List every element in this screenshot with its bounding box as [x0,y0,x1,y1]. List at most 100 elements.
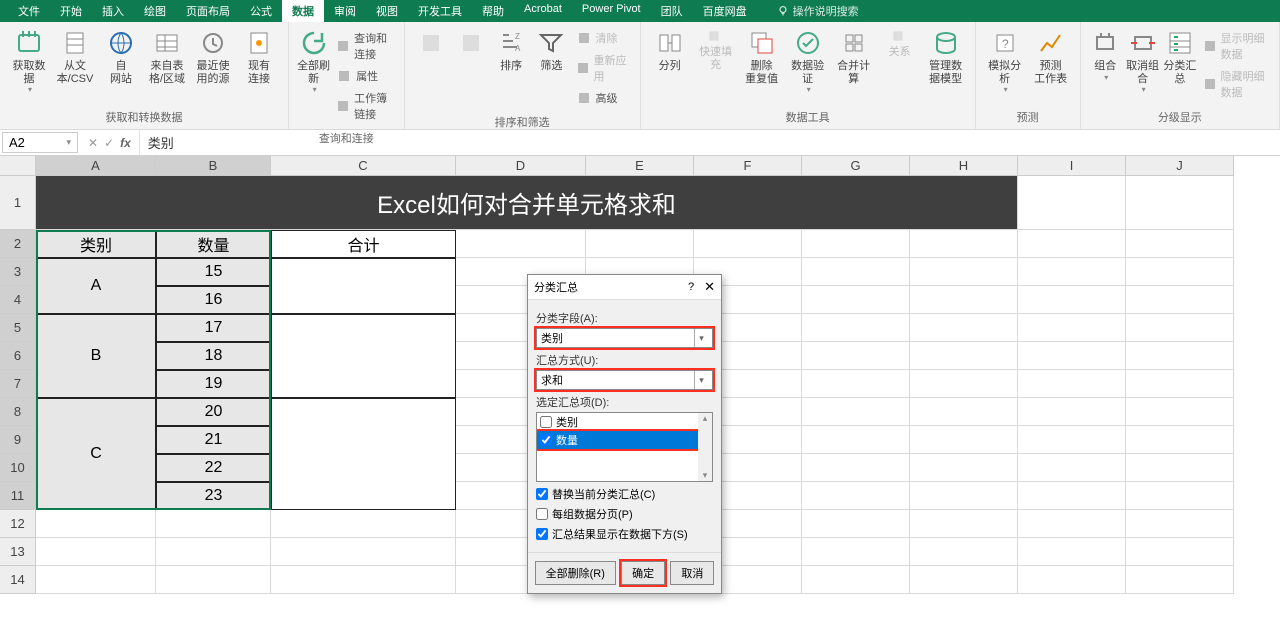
cell[interactable] [1126,258,1234,286]
list-item[interactable]: 类别 [537,413,712,431]
cell[interactable] [910,398,1018,426]
row-7[interactable]: 7 [0,370,36,398]
close-icon[interactable]: ✕ [704,279,715,295]
col-G[interactable]: G [802,156,910,176]
cell[interactable]: 15 [156,258,271,286]
ok-button[interactable]: 确定 [621,561,665,585]
enter-icon[interactable]: ✓ [104,136,114,150]
cell[interactable] [156,510,271,538]
help-icon[interactable]: ? [688,281,694,293]
cell[interactable] [1126,482,1234,510]
cell[interactable] [1126,398,1234,426]
cell[interactable] [910,538,1018,566]
cell[interactable] [802,482,910,510]
cell[interactable] [802,398,910,426]
existing-conn-button[interactable]: 现有连接 [236,26,282,87]
cancel-icon[interactable]: ✕ [88,136,98,150]
cell[interactable] [802,454,910,482]
row-14[interactable]: 14 [0,566,36,594]
cell[interactable] [1126,176,1234,230]
col-J[interactable]: J [1126,156,1234,176]
menu-审阅[interactable]: 审阅 [324,0,366,22]
cell[interactable] [156,538,271,566]
row-10[interactable]: 10 [0,454,36,482]
menu-插入[interactable]: 插入 [92,0,134,22]
fx-icon[interactable]: fx [120,136,131,150]
cell[interactable] [586,230,694,258]
ungroup-button[interactable]: 取消组合 [1124,26,1161,96]
menu-绘图[interactable]: 绘图 [134,0,176,22]
cell[interactable]: 18 [156,342,271,370]
cell[interactable] [1018,510,1126,538]
list-item[interactable]: 数量 [537,431,698,449]
row-8[interactable]: 8 [0,398,36,426]
cell[interactable] [802,286,910,314]
formula-input[interactable]: 类别 [139,130,1280,155]
cell[interactable] [802,538,910,566]
cell[interactable] [910,454,1018,482]
cell[interactable] [1018,230,1126,258]
row-12[interactable]: 12 [0,510,36,538]
cell[interactable] [910,258,1018,286]
row-1[interactable]: 1 [0,176,36,230]
cell[interactable] [1018,370,1126,398]
cell[interactable] [1126,342,1234,370]
cell[interactable] [910,286,1018,314]
field-select[interactable]: 类别▾ [536,328,713,348]
title-cell[interactable]: Excel如何对合并单元格求和 [36,176,1018,230]
cell[interactable] [1126,454,1234,482]
select-all-corner[interactable] [0,156,36,176]
menu-帮助[interactable]: 帮助 [472,0,514,22]
col-B[interactable]: B [156,156,271,176]
col-H[interactable]: H [910,156,1018,176]
cell[interactable] [1126,230,1234,258]
cell[interactable]: 23 [156,482,271,510]
cell[interactable] [271,566,456,594]
cell[interactable] [1126,538,1234,566]
opt-pagebreak[interactable]: 每组数据分页(P) [536,506,713,522]
remove-dup-button[interactable]: 删除重复值 [739,26,785,87]
text-to-cols-button[interactable]: 分列 [647,26,693,75]
cell[interactable] [802,370,910,398]
cell[interactable] [1126,566,1234,594]
cell[interactable] [36,566,156,594]
menu-开始[interactable]: 开始 [50,0,92,22]
cell[interactable] [1018,482,1126,510]
cell[interactable] [36,538,156,566]
menu-Power Pivot[interactable]: Power Pivot [572,0,651,22]
row-3[interactable]: 3 [0,258,36,286]
cell[interactable]: 21 [156,426,271,454]
cell[interactable] [1018,538,1126,566]
menu-页面布局[interactable]: 页面布局 [176,0,240,22]
cell[interactable] [802,426,910,454]
forecast-button[interactable]: 预测工作表 [1028,26,1074,87]
cell[interactable] [36,510,156,538]
cell[interactable] [1018,286,1126,314]
remove-all-button[interactable]: 全部删除(R) [535,561,616,585]
col-E[interactable]: E [586,156,694,176]
cell[interactable] [910,370,1018,398]
advanced-button[interactable]: 高级 [572,88,634,108]
menu-团队[interactable]: 团队 [651,0,693,22]
sort-za-button[interactable] [451,26,491,62]
cell[interactable] [910,482,1018,510]
row-6[interactable]: 6 [0,342,36,370]
menu-文件[interactable]: 文件 [8,0,50,22]
cell[interactable] [802,230,910,258]
cell[interactable] [1018,176,1126,230]
cat-cell[interactable]: A [36,258,156,314]
cancel-button[interactable]: 取消 [670,561,714,585]
opt-replace[interactable]: 替换当前分类汇总(C) [536,486,713,502]
cell[interactable] [1126,426,1234,454]
menu-百度网盘[interactable]: 百度网盘 [693,0,757,22]
data-model-button[interactable]: 管理数据模型 [923,26,969,87]
cell[interactable] [1018,566,1126,594]
from-web-button[interactable]: 自网站 [98,26,144,87]
cell[interactable] [1018,314,1126,342]
cell[interactable] [802,566,910,594]
cell[interactable] [271,538,456,566]
menu-公式[interactable]: 公式 [240,0,282,22]
row-11[interactable]: 11 [0,482,36,510]
items-list[interactable]: 类别数量 ▴▾ [536,412,713,482]
workbook-links-button[interactable]: 工作簿链接 [332,88,397,124]
